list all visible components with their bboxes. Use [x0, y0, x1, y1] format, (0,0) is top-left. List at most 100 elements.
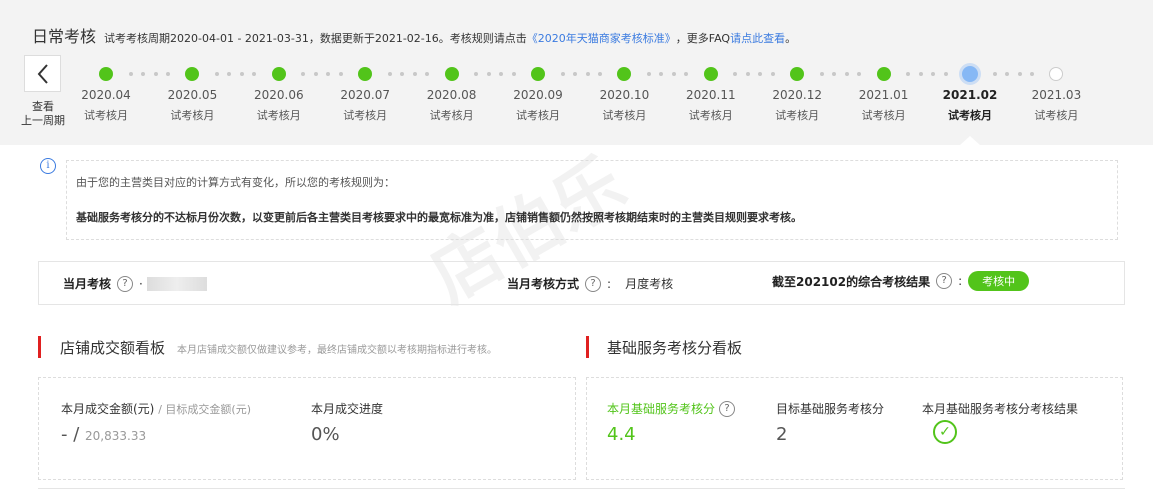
- timeline-dot-done[interactable]: [185, 67, 200, 81]
- timeline-month-label[interactable]: 2021.02: [935, 88, 1005, 102]
- service-target-label: 目标基础服务考核分: [776, 402, 885, 416]
- timeline-month-type: 试考核月: [688, 109, 733, 122]
- section-marker: [38, 336, 41, 358]
- timeline-month-label[interactable]: 2020.12: [762, 88, 832, 102]
- assessment-mode-label: 当月考核方式: [507, 277, 580, 291]
- timeline-dot-done[interactable]: [271, 67, 286, 81]
- timeline-month-type: 试考核月: [775, 109, 820, 122]
- timeline-month-label[interactable]: 2020.11: [676, 88, 746, 102]
- timeline-month-label[interactable]: 2020.06: [244, 88, 314, 102]
- timeline-connector-dot: [425, 72, 430, 76]
- timeline-connector-dot: [758, 72, 763, 76]
- timeline-connector-dot: [301, 72, 306, 76]
- timeline-dot-done[interactable]: [99, 67, 113, 81]
- timeline-dot-done[interactable]: [876, 67, 891, 81]
- gmv-amount-value: - / 20,833.33: [61, 424, 146, 445]
- timeline-connector-dot: [832, 72, 837, 76]
- timeline-month-type: 试考核月: [170, 109, 215, 122]
- timeline-connector-dot: [214, 72, 219, 76]
- timeline-connector-dot: [992, 72, 997, 76]
- help-icon[interactable]: ?: [585, 275, 602, 292]
- timeline-month-label[interactable]: 2020.08: [417, 88, 487, 102]
- timeline-connector-dot: [745, 72, 750, 76]
- gmv-board-subtitle: 本月店铺成交额仅做建议参考，最终店铺成交额以考核期指标进行考核。: [177, 345, 498, 356]
- timeline-connector-dot: [906, 72, 911, 76]
- gmv-target-label-text: / 目标成交金额(元): [158, 403, 251, 416]
- service-score-label-text: 本月基础服务考核分: [607, 402, 716, 416]
- timeline-dot-future[interactable]: [1049, 67, 1064, 81]
- timeline-dot-done[interactable]: [617, 67, 632, 81]
- timeline-connector-dot: [1005, 72, 1009, 76]
- timeline-dot-done[interactable]: [444, 67, 459, 81]
- timeline-connector-dot: [227, 72, 232, 76]
- gmv-progress-label: 本月成交进度: [311, 402, 384, 416]
- timeline-month-label[interactable]: 2021.03: [1021, 88, 1091, 102]
- timeline-connector-dot: [844, 72, 849, 76]
- assessment-mode-item: 当月考核方式 ? : 月度考核: [507, 275, 674, 292]
- timeline-connector-dot: [499, 72, 504, 76]
- timeline-connector-dot: [486, 72, 491, 76]
- timeline-month-label[interactable]: 2020.04: [71, 88, 141, 102]
- timeline-month-label[interactable]: 2020.10: [589, 88, 659, 102]
- timeline-dot-done[interactable]: [703, 67, 718, 81]
- gmv-current-value: - /: [61, 424, 80, 445]
- timeline-month-label[interactable]: 2020.07: [330, 88, 400, 102]
- timeline-month-type: 试考核月: [948, 109, 992, 122]
- gmv-board-card: 本月成交金额(元) / 目标成交金额(元) - / 20,833.33 本月成交…: [38, 377, 576, 480]
- timeline-connector-dot: [153, 72, 158, 76]
- gmv-target-value: 20,833.33: [85, 429, 147, 443]
- rule-change-notice: [66, 160, 1118, 240]
- timeline-dot-current[interactable]: [962, 66, 978, 82]
- timeline-month-label[interactable]: 2020.09: [503, 88, 573, 102]
- timeline-dot-done[interactable]: [790, 67, 805, 81]
- timeline-connector-dot: [326, 72, 331, 76]
- timeline-month-type: 试考核月: [343, 109, 388, 122]
- service-target-value: 2: [776, 424, 788, 445]
- timeline-connector-dot: [918, 72, 923, 76]
- timeline-connector-dot: [387, 72, 392, 76]
- timeline-connector-dot: [1030, 72, 1034, 76]
- timeline-connector-dot: [646, 72, 651, 76]
- timeline-dot-done[interactable]: [531, 67, 545, 81]
- timeline-connector-dot: [252, 72, 257, 76]
- gmv-board-header: 店铺成交额看板 本月店铺成交额仅做建议参考，最终店铺成交额以考核期指标进行考核。: [60, 337, 497, 358]
- service-board-title: 基础服务考核分看板: [607, 339, 743, 357]
- timeline-month-label[interactable]: 2020.05: [157, 88, 227, 102]
- timeline-connector-dot: [733, 72, 738, 76]
- check-circle-icon: ✓: [933, 420, 957, 444]
- timeline-connector-dot: [931, 72, 936, 76]
- timeline-connector-dot: [400, 72, 405, 76]
- help-icon[interactable]: ?: [719, 400, 736, 417]
- info-icon: i: [40, 158, 56, 174]
- overall-result-label: 截至202102的综合考核结果: [772, 274, 931, 289]
- timeline-month-type: 试考核月: [861, 109, 906, 122]
- timeline-connector-dot: [671, 72, 676, 76]
- timeline-connector-dot: [239, 72, 244, 76]
- gmv-amount-label-text: 本月成交金额(元): [61, 402, 155, 416]
- help-icon[interactable]: ?: [936, 273, 953, 289]
- gmv-amount-label: 本月成交金额(元) / 目标成交金额(元): [61, 400, 251, 417]
- timeline-connector-dot: [659, 72, 664, 76]
- gmv-board-title: 店铺成交额看板: [60, 339, 166, 357]
- timeline-connector-dot: [770, 72, 775, 76]
- service-board-header: 基础服务考核分看板: [607, 337, 754, 358]
- timeline-connector-dot: [943, 72, 948, 76]
- timeline-connector-dot: [684, 72, 689, 76]
- timeline-connector-dot: [573, 72, 577, 76]
- timeline-connector-dot: [598, 72, 602, 76]
- service-score-value: 4.4: [607, 424, 636, 445]
- assessment-mode-value: 月度考核: [625, 277, 674, 291]
- help-icon[interactable]: ?: [117, 275, 134, 292]
- timeline-month-type: 试考核月: [1034, 109, 1079, 122]
- service-score-label: 本月基础服务考核分 ?: [607, 400, 741, 417]
- month-check-value: ·: [139, 276, 143, 291]
- active-month-caret: [960, 136, 980, 145]
- timeline-month-type: 试考核月: [84, 109, 128, 122]
- notice-line-1: 由于您的主营类目对应的计算方式有变化，所以您的考核规则为：: [76, 176, 395, 189]
- timeline-dot-done[interactable]: [358, 67, 373, 81]
- service-result-label: 本月基础服务考核分考核结果: [922, 402, 1079, 416]
- timeline-connector-dot: [128, 72, 133, 76]
- timeline-connector-dot: [511, 72, 516, 76]
- month-check-item: 当月考核 ? ·: [63, 275, 207, 292]
- timeline-month-label[interactable]: 2021.01: [849, 88, 919, 102]
